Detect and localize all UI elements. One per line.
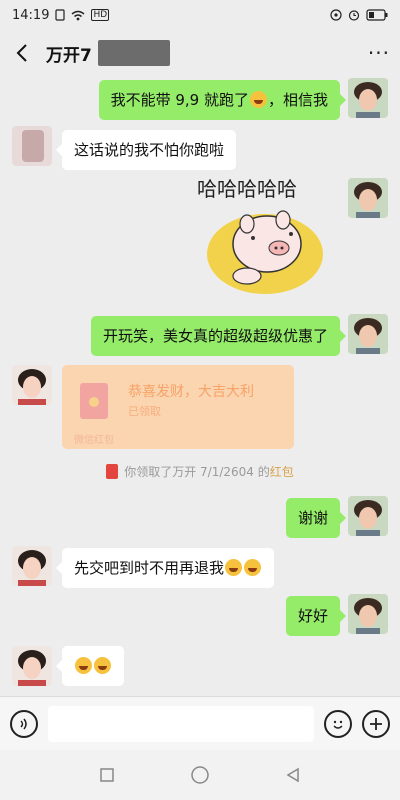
my-avatar[interactable] — [348, 78, 388, 118]
alarm-icon — [348, 9, 360, 21]
grin-emoji-icon — [244, 559, 262, 576]
voice-icon — [20, 718, 27, 729]
message-input[interactable] — [48, 705, 314, 742]
recents-button[interactable] — [95, 763, 119, 787]
system-notice-text: 你领取了万开 7/1/2604 的 — [124, 465, 270, 479]
square-icon — [99, 768, 114, 782]
my-avatar[interactable] — [348, 496, 388, 536]
status-bar: 14:19 HD — [0, 0, 400, 30]
laugh-cry-emoji-icon — [75, 657, 92, 674]
battery-icon — [366, 9, 388, 21]
pig-sticker[interactable]: 哈哈哈哈哈 — [195, 166, 335, 301]
my-avatar[interactable] — [348, 314, 388, 354]
circle-icon — [191, 766, 209, 784]
home-button[interactable] — [188, 763, 212, 787]
red-packet-footer: 微信红包 — [74, 435, 114, 446]
contact-avatar-blurred[interactable] — [12, 126, 52, 166]
laugh-cry-emoji-icon — [94, 657, 111, 674]
red-packet-message[interactable]: 恭喜发财，大吉大利 已领取 微信红包 — [62, 365, 294, 449]
grin-emoji-icon — [249, 91, 267, 108]
contact-avatar[interactable] — [12, 646, 52, 686]
system-notice: 你领取了万开 7/1/2604 的红包 — [0, 463, 400, 480]
message-bubble-sent[interactable]: 谢谢 — [285, 498, 347, 538]
message-text: ，相信我 — [267, 91, 328, 109]
message-bubble-received[interactable] — [56, 646, 124, 686]
plus-icon — [370, 717, 382, 730]
plus-button[interactable] — [362, 709, 390, 738]
grin-emoji-icon — [225, 559, 243, 576]
emoji-button[interactable] — [324, 709, 352, 738]
back-button[interactable] — [10, 41, 34, 65]
message-text: 我不能带 9,9 就跑了 — [110, 91, 249, 109]
red-packet-status: 已领取 — [128, 405, 161, 418]
more-options-button[interactable]: ··· — [368, 41, 390, 65]
chat-header: 万开7 ··· — [0, 30, 400, 76]
red-packet-icon — [80, 383, 108, 419]
my-avatar[interactable] — [348, 594, 388, 634]
red-packet-link[interactable]: 红包 — [270, 465, 294, 479]
system-nav-bar — [0, 750, 400, 800]
voice-button[interactable] — [10, 709, 38, 738]
message-list[interactable]: 我不能带 9,9 就跑了 ，相信我 这话说的我不怕你跑啦 哈哈哈哈哈 开玩笑，美女… — [0, 76, 400, 696]
message-bubble-sent[interactable]: 好好 — [285, 596, 347, 636]
message-bubble-received[interactable]: 先交吧到时不用再退我 — [55, 548, 275, 588]
location-icon — [330, 9, 342, 21]
my-avatar[interactable] — [348, 178, 388, 218]
message-text: 先交吧到时不用再退我 — [74, 559, 225, 577]
contact-avatar[interactable] — [12, 365, 52, 405]
status-time: 14:19 — [12, 7, 50, 23]
wifi-icon — [71, 10, 85, 21]
smiley-icon — [333, 720, 343, 729]
message-bubble-received[interactable]: 这话说的我不怕你跑啦 — [55, 130, 237, 170]
triangle-back-icon — [286, 767, 300, 783]
message-bubble-sent[interactable]: 我不能带 9,9 就跑了 ，相信我 — [98, 80, 347, 120]
redacted-name-block — [97, 40, 170, 66]
hd-icon: HD — [91, 9, 110, 21]
chat-title: 万开7 — [46, 45, 92, 66]
sim-icon — [55, 9, 66, 21]
red-packet-icon — [106, 464, 119, 479]
sticker-text: 哈哈哈哈哈 — [197, 177, 297, 201]
message-bubble-sent[interactable]: 开玩笑，美女真的超级超级优惠了 — [90, 316, 347, 356]
red-packet-title: 恭喜发财，大吉大利 — [128, 384, 254, 400]
back-nav-button[interactable] — [281, 763, 305, 787]
back-arrow-icon — [16, 44, 27, 62]
input-bar — [0, 696, 400, 750]
contact-avatar[interactable] — [12, 546, 52, 586]
